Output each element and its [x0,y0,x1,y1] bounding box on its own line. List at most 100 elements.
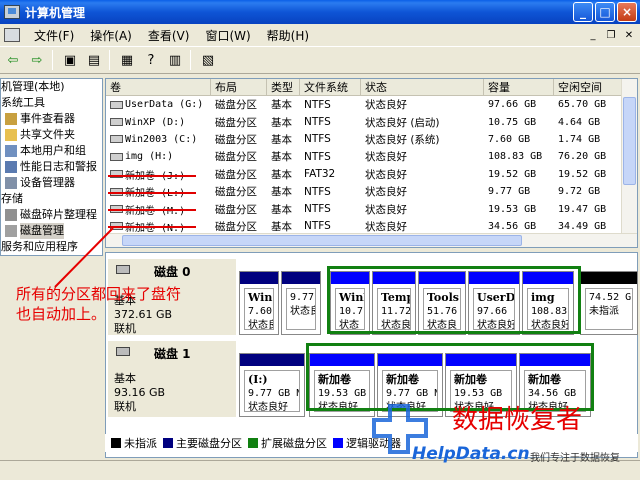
menu-file[interactable]: 文件(F) [26,27,82,44]
volume-free-space: 1.74 GB [558,133,601,145]
volume-free-space: 19.52 GB [558,168,607,180]
menu-bar: 文件(F) 操作(A) 查看(V) 窗口(W) 帮助(H) _ ❐ ✕ [0,24,640,46]
users-icon [5,145,17,157]
properties-icon[interactable]: ▦ [116,49,138,71]
volume-layout: 磁盘分区 [215,168,257,181]
volume-filesystem: NTFS [304,116,331,129]
watermark-title: 数据恢复者 [452,405,583,435]
volume-layout: 磁盘分区 [215,203,257,216]
tree-item-label: 设备管理器 [20,176,75,189]
table-row[interactable]: img (H:) 磁盘分区 基本 NTFS 状态良好 108.83 GB 76.20 GB [106,148,637,165]
child-close-icon[interactable]: ✕ [622,28,636,42]
volume-layout: 磁盘分区 [215,220,257,233]
window-title: 计算机管理 [25,5,86,20]
maximize-button[interactable]: □ [595,2,615,22]
tree-item-event-viewer[interactable]: 事件查看器 [1,111,102,127]
child-minimize-icon[interactable]: _ [586,28,600,42]
legend-label: 未指派 [124,437,157,450]
tree-item-system-tools[interactable]: 系统工具 [1,95,102,111]
volume-layout: 磁盘分区 [215,151,257,164]
watermark-slogan: 我们专注于数据恢复 [530,453,620,464]
tree-item-label: 服务和应用程序 [1,240,78,253]
back-arrow-icon[interactable]: ⇦ [2,49,24,71]
partition-size: 7.60 [248,306,273,317]
volume-status: 状态良好 [365,186,407,199]
disk-icon [116,265,130,274]
partition-block[interactable]: 74.52 G 未指派 [580,271,638,335]
volume-free-space: 34.49 GB [558,220,607,232]
menu-window[interactable]: 窗口(W) [197,27,258,44]
vertical-scrollbar[interactable] [621,79,637,247]
menu-view[interactable]: 查看(V) [140,27,198,44]
disk-settings-icon[interactable]: ▧ [197,49,219,71]
menu-help[interactable]: 帮助(H) [259,27,317,44]
drive-icon [110,118,123,127]
minimize-button[interactable]: _ [573,2,593,22]
disk-1-label[interactable]: 磁盘 1 基本 93.16 GB 联机 [108,341,236,417]
partition-info: (I:) 9.77 GB N 状态良好 [244,370,300,412]
horizontal-scrollbar[interactable] [106,233,637,247]
partition-name: Win2 [248,291,273,304]
table-row[interactable]: WinXP (D:) 磁盘分区 基本 NTFS 状态良好 (启动) 10.75 GB 4.6… [106,113,637,130]
annotation-underline [108,209,196,211]
tree-item-services[interactable]: 服务和应用程序 [1,239,102,255]
up-folder-icon[interactable]: ▣ [59,49,81,71]
column-header-status[interactable]: 状态 [361,79,484,95]
tree-item-performance-logs[interactable]: 性能日志和警报 [1,159,102,175]
column-header-filesystem[interactable]: 文件系统 [300,79,361,95]
column-header-free-space[interactable]: 空闲空间 [554,79,624,95]
console-view-icon[interactable]: ▥ [164,49,186,71]
column-header-capacity[interactable]: 容量 [484,79,554,95]
close-button[interactable]: × [617,2,637,22]
partition-status: 状态良 [290,306,315,317]
volume-capacity: 97.66 GB [488,99,537,111]
child-restore-icon[interactable]: ❐ [604,28,618,42]
scrollbar-thumb[interactable] [122,235,522,246]
toolbar-separator [52,50,53,70]
column-header-layout[interactable]: 布局 [211,79,267,95]
tree-item-label: 本地用户和组 [20,144,86,157]
volume-type: 基本 [271,116,292,129]
volume-filesystem: NTFS [304,133,331,146]
volume-type: 基本 [271,186,292,199]
annotation-underline [108,192,196,194]
volume-filesystem: NTFS [304,203,331,216]
tree-item-defrag[interactable]: 磁盘碎片整理程 [1,207,102,223]
partition-block[interactable]: Win2 7.60 状态良 [239,271,279,335]
show-tree-icon[interactable]: ▤ [83,49,105,71]
column-header-volume[interactable]: 卷 [106,79,211,95]
scrollbar-thumb[interactable] [623,97,636,185]
performance-icon [5,161,17,173]
volume-filesystem: NTFS [304,98,331,111]
tree-item-storage[interactable]: 存储 [1,191,102,207]
volume-type: 基本 [271,99,292,112]
toolbar-separator [190,50,191,70]
volume-status: 状态良好 [365,151,407,164]
volume-free-space: 9.72 GB [558,186,601,198]
volume-layout: 磁盘分区 [215,99,257,112]
volume-status: 状态良好 (系统) [365,133,440,146]
tree-item-device-manager[interactable]: 设备管理器 [1,175,102,191]
menu-action[interactable]: 操作(A) [82,27,140,44]
volume-name: img (H:) [106,151,211,162]
legend-swatch [333,438,343,448]
table-row[interactable]: UserData (G:) 磁盘分区 基本 NTFS 状态良好 97.66 GB 65.70… [106,96,637,113]
watermark-url: HelpData.cn [412,444,530,464]
partition-size: 9.77 GB N [248,388,300,399]
legend-label: 主要磁盘分区 [176,437,242,450]
forward-arrow-icon[interactable]: ⇨ [26,49,48,71]
tree-item-local-users[interactable]: 本地用户和组 [1,143,102,159]
console-icon[interactable] [4,28,20,42]
column-header-type[interactable]: 类型 [267,79,300,95]
table-row[interactable]: Win2003 (C:) 磁盘分区 基本 NTFS 状态良好 (系统) 7.60 GB 1.… [106,131,637,148]
tree-item-computer-management[interactable]: 机管理(本地) [1,79,102,95]
volume-name: WinXP (D:) [106,117,211,128]
help-icon[interactable]: ? [140,49,162,71]
annotation-underline [108,226,196,228]
tree-item-disk-management[interactable]: 磁盘管理 [1,223,102,239]
partition-block[interactable]: (I:) 9.77 GB N 状态良好 [239,353,305,417]
tree-item-shared-folders[interactable]: 共享文件夹 [1,127,102,143]
volume-label: Win2003 (C:) [125,133,198,145]
partition-block[interactable]: 9.77 状态良 [281,271,321,335]
volume-rows: UserData (G:) 磁盘分区 基本 NTFS 状态良好 97.66 GB 65.70… [106,96,637,235]
